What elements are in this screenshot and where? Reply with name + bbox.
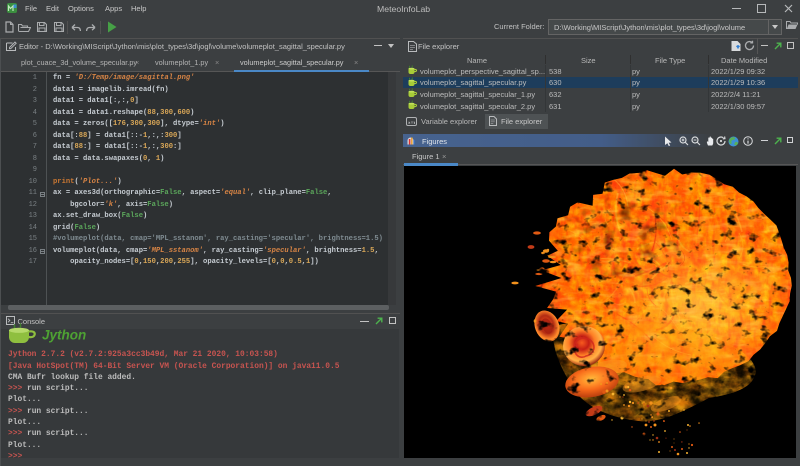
- svg-text:Jython: Jython: [42, 328, 86, 343]
